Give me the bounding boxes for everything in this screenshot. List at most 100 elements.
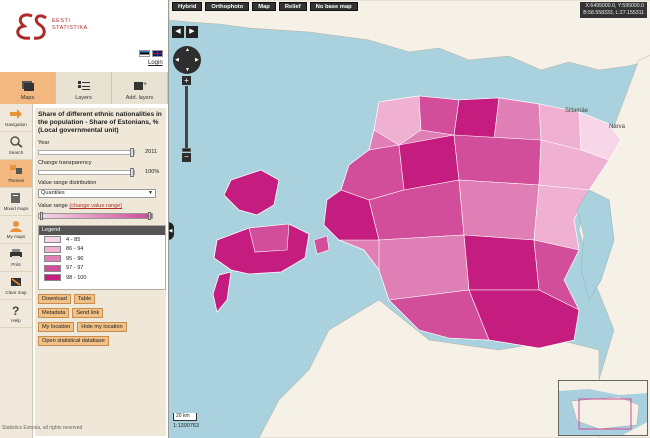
zoom-out-button[interactable]: − (182, 153, 191, 162)
basemap-button-no-base-map[interactable]: No base map (309, 2, 358, 11)
zoom-slider[interactable] (185, 86, 188, 148)
help-icon: ? (12, 304, 19, 316)
button-row-4: Open statistical database (38, 335, 163, 346)
basemap-button-map[interactable]: Map (252, 2, 276, 11)
year-value: 2011 (145, 149, 158, 155)
layers-icon (77, 81, 90, 90)
distribution-value: Quantiles (41, 190, 65, 196)
range-min-handle[interactable] (40, 212, 43, 220)
change-value-range-link[interactable]: (change value range) (69, 203, 122, 209)
tab-maps[interactable]: Maps (0, 72, 56, 104)
login-link[interactable]: Login (148, 60, 163, 66)
map-canvas[interactable] (169, 0, 650, 438)
download-button[interactable]: Download (38, 293, 71, 304)
basemap-button-orthophoto[interactable]: Orthophoto (205, 2, 250, 11)
send-link-button[interactable]: Send link (72, 307, 104, 318)
overview-canvas (559, 381, 647, 435)
overview-map[interactable] (558, 380, 648, 436)
pan-right-icon[interactable]: ▶ (195, 57, 199, 63)
place-label-narva: Narva (609, 124, 626, 130)
legend-swatch (44, 274, 61, 282)
transparency-label: Change transparency (38, 160, 92, 166)
add-layers-icon: + (133, 81, 147, 90)
chevron-down-icon: ▼ (148, 190, 153, 196)
metadata-button[interactable]: Metadata (38, 307, 70, 318)
nav-label: Themes (7, 178, 25, 183)
legend-item: 86 - 94 (39, 245, 165, 255)
nav-print[interactable]: Print (0, 244, 32, 272)
back-arrow-icon[interactable]: ◀ (172, 26, 184, 38)
logo-line1: EESTI (52, 18, 71, 24)
clear-map-icon (11, 278, 21, 286)
forward-arrow-icon[interactable]: ▶ (186, 26, 198, 38)
transparency-slider[interactable] (38, 167, 135, 177)
coordinates-readout: X:6495000.0, Y:595000.0 B:58.558333, L:2… (580, 2, 647, 18)
pan-control[interactable]: ▲ ▼ ◀ ▶ (173, 46, 201, 74)
range-max-handle[interactable] (148, 212, 151, 220)
legend-rows: 4 - 85 86 - 94 95 - 96 97 - 97 98 - 100 (39, 235, 165, 283)
distribution-label: Value range distribution (38, 180, 97, 186)
left-panel: EESTI STATISTIKA Login Maps Layers + Add… (0, 0, 168, 438)
header: EESTI STATISTIKA Login (0, 0, 168, 72)
main-tabs: Maps Layers + Add. layers (0, 72, 168, 104)
search-icon (10, 136, 23, 148)
legend-swatch (44, 255, 61, 263)
nav-help[interactable]: ? Help (0, 300, 32, 328)
legend-swatch (44, 236, 61, 244)
legend-label: 95 - 96 (66, 255, 84, 262)
legend-item: 98 - 100 (39, 273, 165, 283)
table-button[interactable]: Table (73, 293, 96, 304)
basemap-button-relief[interactable]: Relief (278, 2, 307, 11)
nav-navigation[interactable]: Navigation (0, 104, 32, 132)
value-range-slider[interactable] (38, 212, 153, 220)
hide-my-location-button[interactable]: Hide my location (77, 321, 127, 332)
basemap-button-hybrid[interactable]: Hybrid (172, 2, 203, 11)
svg-text:?: ? (12, 304, 19, 316)
nav-themes[interactable]: Themes (0, 160, 32, 188)
my-maps-icon (10, 221, 22, 232)
estonian-flag-icon[interactable] (139, 50, 150, 57)
nav-my-maps[interactable]: My maps (0, 216, 32, 244)
tab-label: Layers (75, 95, 92, 101)
year-slider[interactable] (38, 147, 135, 157)
language-switch (139, 50, 163, 57)
nav-search[interactable]: Search (0, 132, 32, 160)
transparency-slider-row: 100% (38, 167, 163, 177)
scale-bar: 20 km 1:1300763 (173, 413, 199, 429)
value-range-label: Value range (38, 203, 68, 209)
my-location-button[interactable]: My location (38, 321, 75, 332)
logo-line2: STATISTIKA (52, 25, 88, 31)
open-statistical-database-button[interactable]: Open statistical database (38, 335, 109, 346)
pan-left-icon[interactable]: ◀ (175, 57, 179, 63)
tab-layers[interactable]: Layers (56, 72, 112, 104)
legend-swatch (44, 264, 61, 272)
value-range-row: Value range (change value range) (38, 203, 163, 209)
english-flag-icon[interactable] (152, 50, 163, 57)
nav-mixed-maps[interactable]: Mixed maps (0, 188, 32, 216)
navigation-icon (10, 109, 22, 119)
nav-clear-map[interactable]: Clear map (0, 272, 32, 300)
legend-item: 97 - 97 (39, 264, 165, 274)
pan-down-icon[interactable]: ▼ (185, 67, 190, 73)
nav-label: My maps (6, 234, 26, 239)
hiiumaa-island (223, 169, 280, 216)
theme-panel: Share of different ethnic nationalities … (35, 108, 166, 436)
svg-text:+: + (143, 81, 147, 88)
legend-item: 4 - 85 (39, 235, 165, 245)
nav-label: Navigation (5, 122, 27, 127)
basemap-switcher: Hybrid Orthophoto Map Relief No base map (172, 2, 358, 11)
transparency-slider-handle[interactable] (130, 167, 134, 177)
tab-add-layers[interactable]: + Add. layers (112, 72, 168, 104)
place-label-sillamae: Sillamäe (565, 108, 589, 114)
coords-line1: X:6495000.0, Y:595000.0 (585, 3, 644, 9)
side-nav: Navigation Search Themes Mixed maps My m… (0, 104, 33, 438)
zoom-in-button[interactable]: + (182, 76, 191, 85)
year-label: Year (38, 140, 50, 146)
transparency-value: 100% (145, 169, 160, 175)
year-slider-handle[interactable] (130, 147, 134, 157)
button-row-3: My location Hide my location (38, 321, 163, 332)
pan-up-icon[interactable]: ▲ (185, 47, 190, 53)
map-view[interactable]: Hybrid Orthophoto Map Relief No base map X:6… (168, 0, 650, 438)
distribution-select[interactable]: Quantiles ▼ (38, 189, 156, 198)
copyright-footer: Statistics Estonia, all rights reserved (2, 425, 83, 431)
